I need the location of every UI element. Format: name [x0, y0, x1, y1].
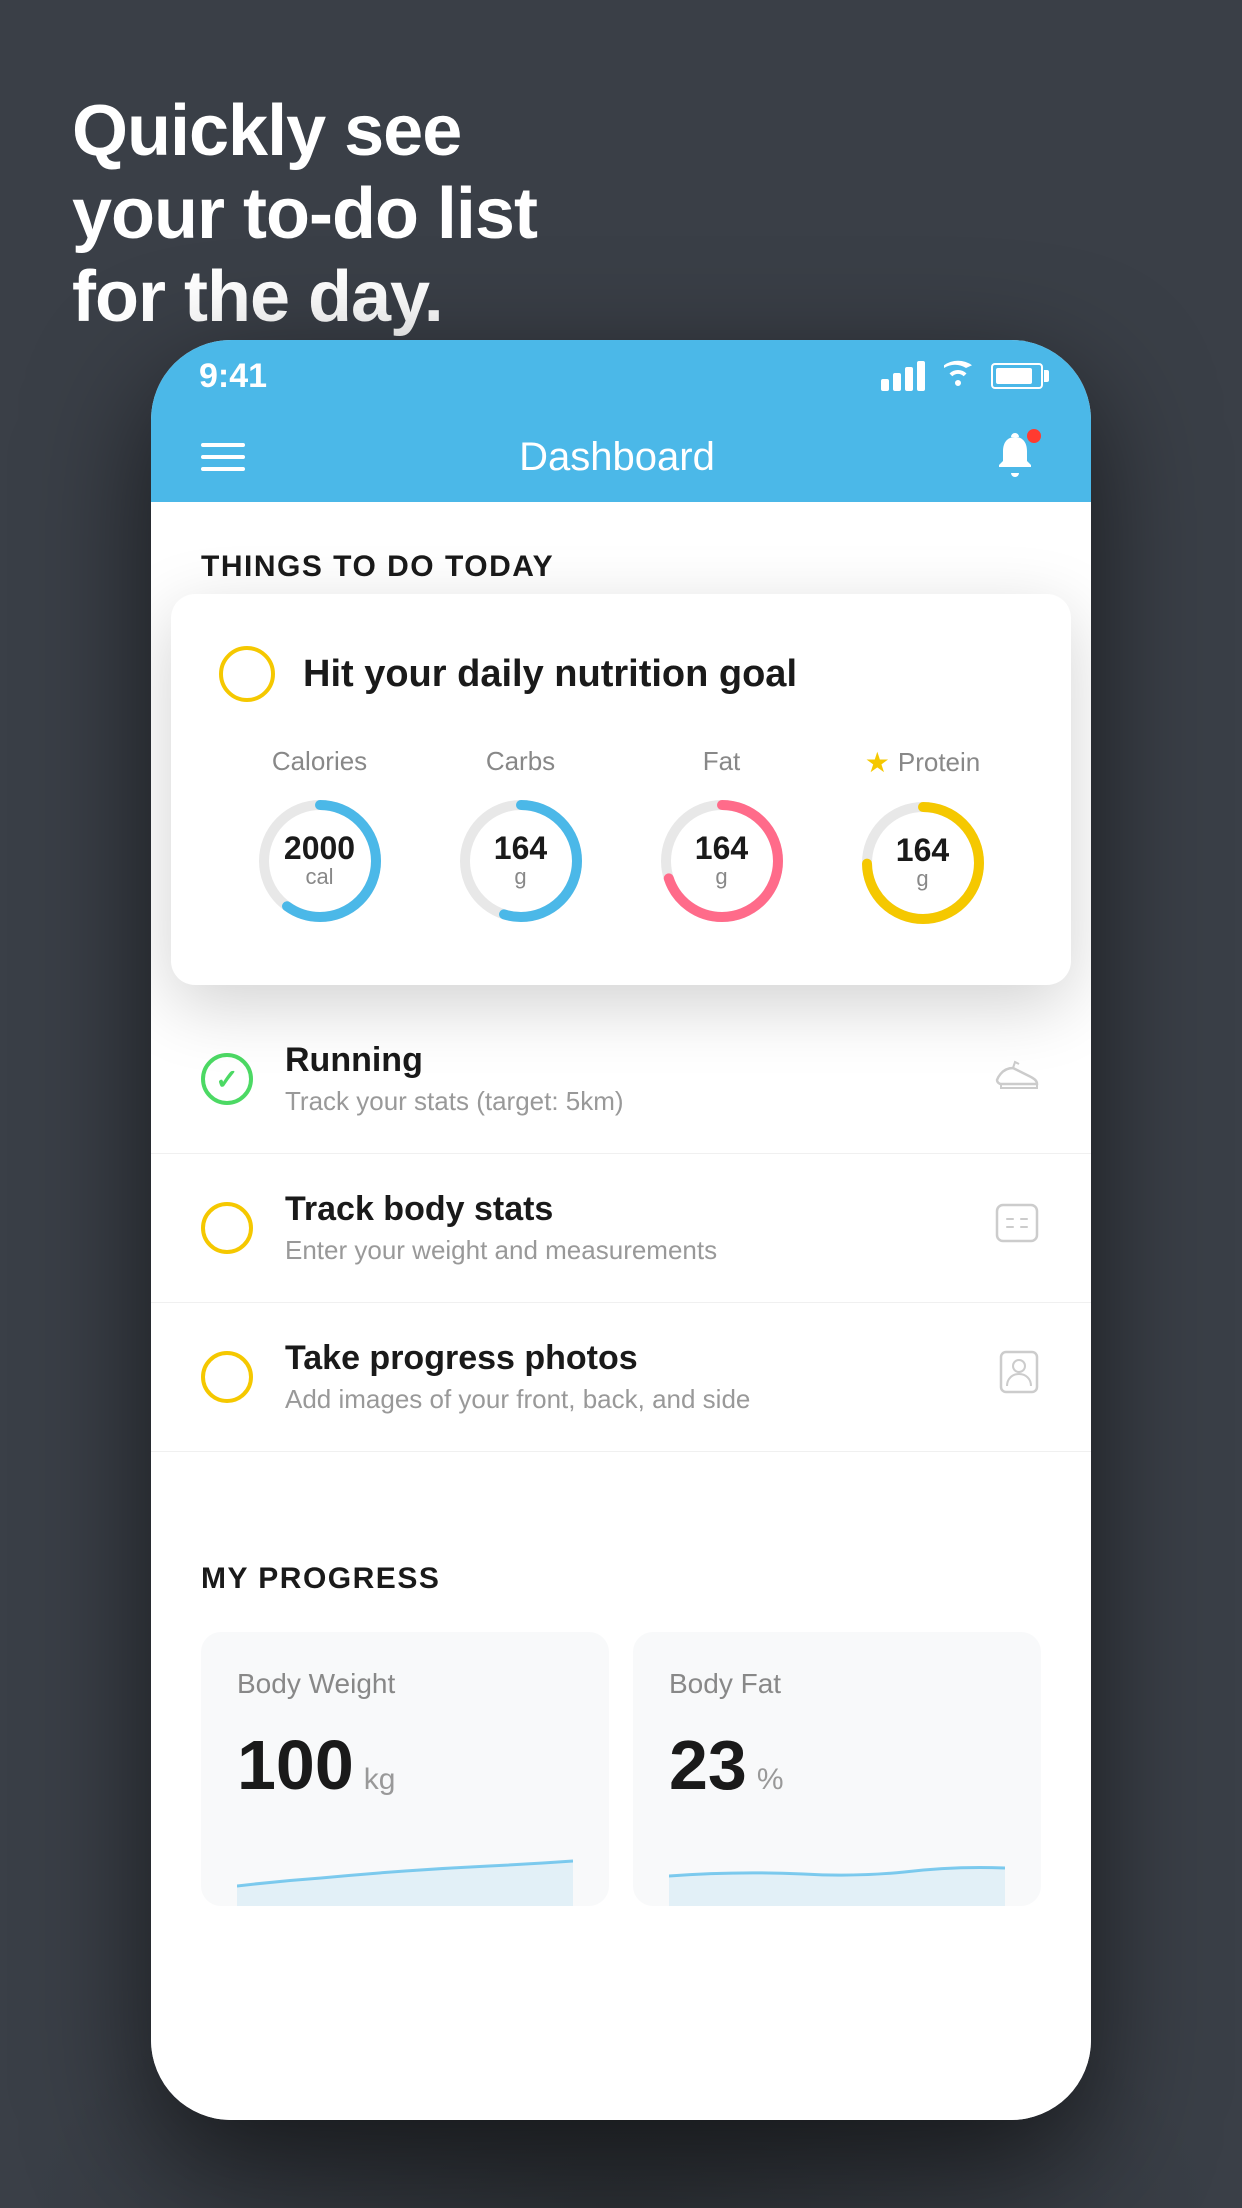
- body-stats-text: Track body stats Enter your weight and m…: [285, 1190, 961, 1266]
- hamburger-icon[interactable]: [201, 443, 245, 471]
- status-bar: 9:41: [151, 340, 1091, 412]
- nutrition-fat: Fat 164 g: [652, 746, 792, 931]
- protein-label: Protein: [898, 747, 980, 778]
- fat-value: 164: [695, 832, 748, 864]
- carbs-chart: 164 g: [451, 791, 591, 931]
- running-checkbox[interactable]: ✓: [201, 1053, 253, 1105]
- nav-bar: Dashboard: [151, 412, 1091, 502]
- calories-unit: cal: [284, 864, 355, 890]
- card-header: Hit your daily nutrition goal: [219, 646, 1023, 702]
- progress-section: MY PROGRESS Body Weight 100 kg: [151, 1512, 1091, 1906]
- body-stats-checkbox[interactable]: [201, 1202, 253, 1254]
- body-weight-unit: kg: [364, 1763, 396, 1797]
- photos-title: Take progress photos: [285, 1339, 965, 1378]
- body-stats-subtitle: Enter your weight and measurements: [285, 1235, 961, 1266]
- body-weight-value-row: 100 kg: [237, 1730, 573, 1800]
- notification-dot: [1025, 427, 1043, 445]
- todo-list: ✓ Running Track your stats (target: 5km): [151, 1005, 1091, 1452]
- body-fat-chart: [669, 1836, 1005, 1906]
- running-text: Running Track your stats (target: 5km): [285, 1041, 961, 1117]
- status-icons: [881, 360, 1043, 393]
- protein-chart: 164 g: [853, 793, 993, 933]
- progress-title: MY PROGRESS: [201, 1562, 1041, 1596]
- card-title: Hit your daily nutrition goal: [303, 653, 797, 696]
- status-time: 9:41: [199, 357, 267, 396]
- protein-label-row: ★ Protein: [865, 746, 981, 779]
- body-fat-number: 23: [669, 1730, 747, 1800]
- fat-chart: 164 g: [652, 791, 792, 931]
- body-fat-card-title: Body Fat: [669, 1668, 1005, 1700]
- body-weight-card-title: Body Weight: [237, 1668, 573, 1700]
- phone-mockup: 9:41: [151, 340, 1091, 2120]
- body-fat-unit: %: [757, 1763, 784, 1797]
- carbs-label: Carbs: [486, 746, 555, 777]
- battery-icon: [991, 363, 1043, 389]
- calories-value: 2000: [284, 832, 355, 864]
- body-stats-title: Track body stats: [285, 1190, 961, 1229]
- nutrition-protein: ★ Protein 164 g: [853, 746, 993, 933]
- protein-unit: g: [896, 866, 949, 892]
- carbs-unit: g: [494, 864, 547, 890]
- notification-button[interactable]: [989, 429, 1041, 486]
- body-weight-chart: [237, 1836, 573, 1906]
- carbs-value: 164: [494, 832, 547, 864]
- todo-item-running[interactable]: ✓ Running Track your stats (target: 5km): [151, 1005, 1091, 1154]
- calories-label: Calories: [272, 746, 367, 777]
- protein-star-icon: ★: [865, 746, 890, 779]
- nutrition-carbs: Carbs 164 g: [451, 746, 591, 931]
- todo-item-body-stats[interactable]: Track body stats Enter your weight and m…: [151, 1154, 1091, 1303]
- fat-unit: g: [695, 864, 748, 890]
- spacer: [151, 1452, 1091, 1512]
- body-weight-card: Body Weight 100 kg: [201, 1632, 609, 1906]
- protein-value: 164: [896, 834, 949, 866]
- photos-checkbox[interactable]: [201, 1351, 253, 1403]
- photos-subtitle: Add images of your front, back, and side: [285, 1384, 965, 1415]
- nutrition-card: Hit your daily nutrition goal Calories: [171, 594, 1071, 985]
- checkmark-icon: ✓: [215, 1063, 238, 1096]
- person-icon: [997, 1348, 1041, 1406]
- scale-icon: [993, 1201, 1041, 1255]
- body-fat-card: Body Fat 23 %: [633, 1632, 1041, 1906]
- running-title: Running: [285, 1041, 961, 1080]
- nutrition-checkbox[interactable]: [219, 646, 275, 702]
- running-subtitle: Track your stats (target: 5km): [285, 1086, 961, 1117]
- nutrition-row: Calories 2000 cal: [219, 746, 1023, 933]
- section-title: THINGS TO DO TODAY: [201, 550, 554, 583]
- nav-title: Dashboard: [519, 435, 715, 480]
- hero-text: Quickly see your to-do list for the day.: [72, 90, 537, 338]
- fat-label: Fat: [703, 746, 741, 777]
- nutrition-calories: Calories 2000 cal: [250, 746, 390, 931]
- phone-frame: 9:41: [151, 340, 1091, 2120]
- section-header: THINGS TO DO TODAY: [151, 502, 1091, 584]
- shoe-icon: [993, 1056, 1041, 1102]
- body-weight-number: 100: [237, 1730, 354, 1800]
- todo-item-photos[interactable]: Take progress photos Add images of your …: [151, 1303, 1091, 1452]
- progress-cards: Body Weight 100 kg: [201, 1632, 1041, 1906]
- signal-icon: [881, 361, 925, 391]
- wifi-icon: [941, 360, 975, 393]
- photos-text: Take progress photos Add images of your …: [285, 1339, 965, 1415]
- calories-chart: 2000 cal: [250, 791, 390, 931]
- content-area: THINGS TO DO TODAY Hit your daily nutrit…: [151, 502, 1091, 2120]
- body-fat-value-row: 23 %: [669, 1730, 1005, 1800]
